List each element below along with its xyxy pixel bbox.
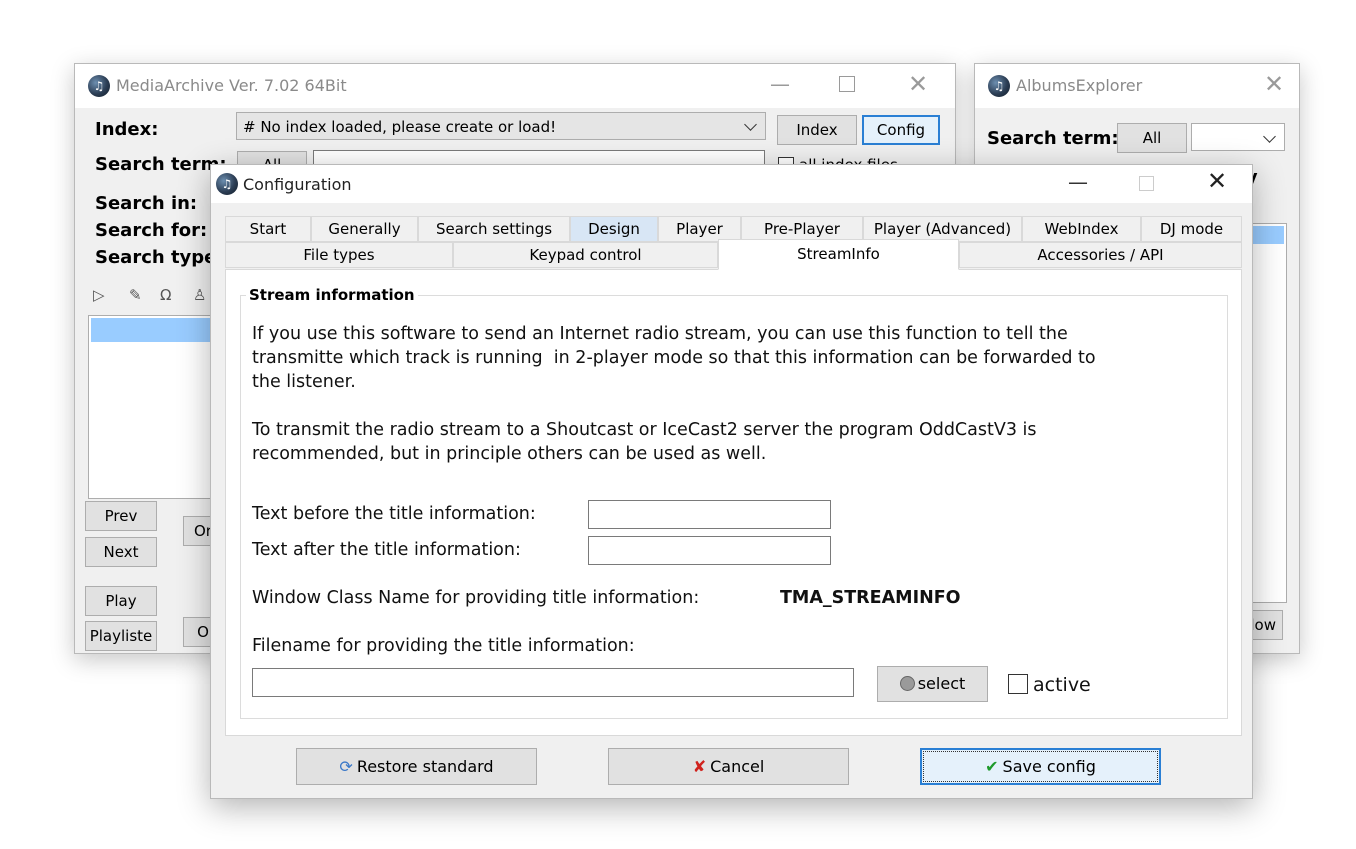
save-config-focus: ✔ Save config (923, 751, 1158, 782)
window-class-label: Window Class Name for providing title in… (252, 588, 700, 608)
tab-accessories-api[interactable]: Accessories / API (959, 242, 1242, 268)
app-icon: ♫ (216, 173, 238, 195)
albums-explorer-titlebar: ♫ AlbumsExplorer ✕ (975, 64, 1299, 108)
oddcast-line-2: recommended, but in principle others can… (252, 444, 767, 464)
text-after-input[interactable] (588, 536, 831, 565)
search-for-label: Search for: (95, 220, 208, 241)
maximize-icon[interactable] (839, 76, 855, 92)
config-button[interactable]: Config (862, 115, 940, 145)
headphones-icon[interactable]: Ω (160, 286, 171, 304)
minimize-icon[interactable]: — (770, 74, 790, 94)
tab-start[interactable]: Start (225, 216, 311, 242)
select-icon (899, 676, 915, 691)
search-term-label: Search term: (987, 128, 1119, 149)
intro-line-1: If you use this software to send an Inte… (252, 324, 1068, 344)
intro-line-3: the listener. (252, 372, 356, 392)
save-config-button[interactable]: ✔ Save config (920, 748, 1161, 785)
oddcast-line-1: To transmit the radio stream to a Shoutc… (252, 420, 1037, 440)
filter-select[interactable] (1191, 123, 1285, 151)
search-type-label: Search type: (95, 247, 224, 268)
app-icon: ♫ (88, 75, 110, 97)
window-title: AlbumsExplorer (1016, 76, 1143, 95)
tab-design[interactable]: Design (570, 216, 658, 242)
chevron-down-icon (744, 118, 757, 131)
configuration-titlebar: ♫ Configuration — ✕ (211, 165, 1252, 203)
index-label: Index: (95, 119, 159, 140)
index-button[interactable]: Index (777, 115, 857, 145)
maximize-icon (1139, 176, 1154, 191)
close-icon[interactable]: ✕ (908, 72, 928, 96)
active-checkbox[interactable] (1008, 674, 1028, 694)
close-icon[interactable]: ✕ (1207, 169, 1227, 193)
close-icon[interactable]: ✕ (1264, 72, 1284, 96)
minimize-icon[interactable]: — (1068, 172, 1088, 192)
cancel-label: Cancel (710, 757, 765, 776)
search-term-label: Search term: (95, 154, 227, 175)
text-before-input[interactable] (588, 500, 831, 529)
tab-streaminfo[interactable]: StreamInfo (718, 239, 959, 270)
index-select-value: # No index loaded, please create or load… (243, 118, 557, 136)
cancel-button[interactable]: ✘ Cancel (608, 748, 849, 785)
tab-dj-mode[interactable]: DJ mode (1141, 216, 1242, 242)
tab-file-types[interactable]: File types (225, 242, 453, 268)
chevron-down-icon (1263, 130, 1276, 143)
index-select[interactable]: # No index loaded, please create or load… (236, 112, 766, 140)
active-label: active (1033, 674, 1091, 696)
tab-generally[interactable]: Generally (311, 216, 418, 242)
text-after-label: Text after the title information: (252, 540, 521, 560)
checkmark-icon: ✔ (985, 757, 999, 776)
play-icon[interactable]: ▷ (93, 286, 105, 304)
all-button[interactable]: All (1117, 123, 1187, 153)
filename-label: Filename for providing the title informa… (252, 636, 635, 656)
text-before-label: Text before the title information: (252, 504, 536, 524)
select-button[interactable]: select (877, 666, 988, 702)
save-config-label: Save config (1002, 757, 1096, 776)
streaminfo-page: Stream information If you use this softw… (225, 269, 1242, 736)
edit-icon[interactable]: ✎ (129, 286, 142, 304)
select-button-label: select (917, 674, 966, 693)
intro-line-2: transmitte which track is running in 2-p… (252, 348, 1096, 368)
group-title: Stream information (246, 286, 418, 304)
window-class-value: TMA_STREAMINFO (780, 588, 961, 608)
window-title: MediaArchive Ver. 7.02 64Bit (116, 76, 347, 95)
dialog-title: Configuration (243, 175, 352, 194)
person-icon[interactable]: ♙ (193, 286, 206, 304)
tab-keypad-control[interactable]: Keypad control (453, 242, 718, 268)
next-button[interactable]: Next (85, 537, 157, 567)
search-in-label: Search in: (95, 193, 198, 214)
tab-search-settings[interactable]: Search settings (418, 216, 570, 242)
cancel-icon: ✘ (692, 757, 707, 776)
restore-standard-label: Restore standard (356, 757, 494, 776)
play-button[interactable]: Play (85, 586, 157, 616)
app-icon: ♫ (988, 75, 1010, 97)
playlist-button[interactable]: Playliste (85, 621, 157, 651)
list-item-selected[interactable] (1248, 226, 1284, 244)
tab-webindex[interactable]: WebIndex (1022, 216, 1141, 242)
refresh-icon: ⟳ (339, 757, 353, 776)
filename-input[interactable] (252, 668, 854, 697)
media-archive-titlebar: ♫ MediaArchive Ver. 7.02 64Bit — ✕ (75, 64, 955, 108)
configuration-dialog: ♫ Configuration — ✕ Start Generally Sear… (210, 164, 1253, 799)
prev-button[interactable]: Prev (85, 501, 157, 531)
restore-standard-button[interactable]: ⟳ Restore standard (296, 748, 537, 785)
